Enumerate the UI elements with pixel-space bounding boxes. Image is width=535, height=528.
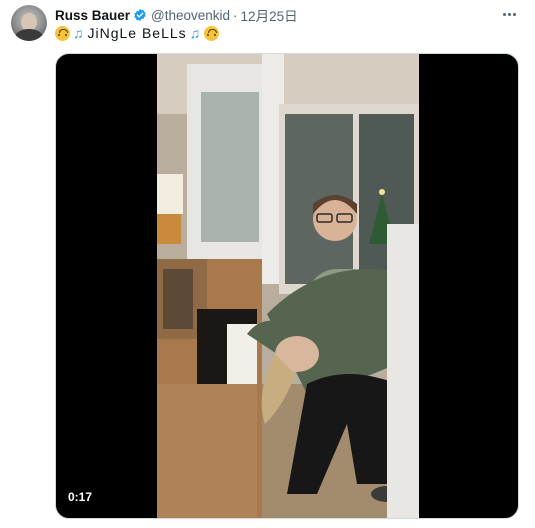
verified-badge-icon	[134, 8, 146, 22]
avatar-body	[15, 29, 43, 41]
header-separator: ·	[233, 7, 238, 23]
tweet-date[interactable]: 12月25日	[241, 5, 298, 25]
video-frame-illustration	[157, 54, 419, 518]
musical-notes-icon: ♫	[73, 25, 85, 41]
avatar[interactable]	[11, 5, 47, 41]
video-timestamp: 0:17	[68, 490, 93, 504]
tweet[interactable]: Russ Bauer @theovenkid · 12月25日 ♫ JiNgLe…	[0, 0, 535, 528]
upside-down-face-icon	[204, 25, 220, 41]
video-frame[interactable]	[157, 54, 419, 518]
musical-notes-icon: ♫	[189, 25, 202, 41]
tweet-header: Russ Bauer @theovenkid · 12月25日	[55, 5, 298, 25]
author-name[interactable]: Russ Bauer	[55, 8, 130, 23]
tweet-text-body: JiNgLe BeLLs	[87, 25, 187, 41]
more-options-icon[interactable]	[499, 6, 519, 22]
author-handle[interactable]: @theovenkid	[151, 8, 230, 23]
tweet-text: ♫ JiNgLe BeLLs ♫	[55, 25, 220, 41]
video-player[interactable]: 0:17	[55, 53, 519, 519]
upside-down-face-icon	[55, 25, 70, 41]
